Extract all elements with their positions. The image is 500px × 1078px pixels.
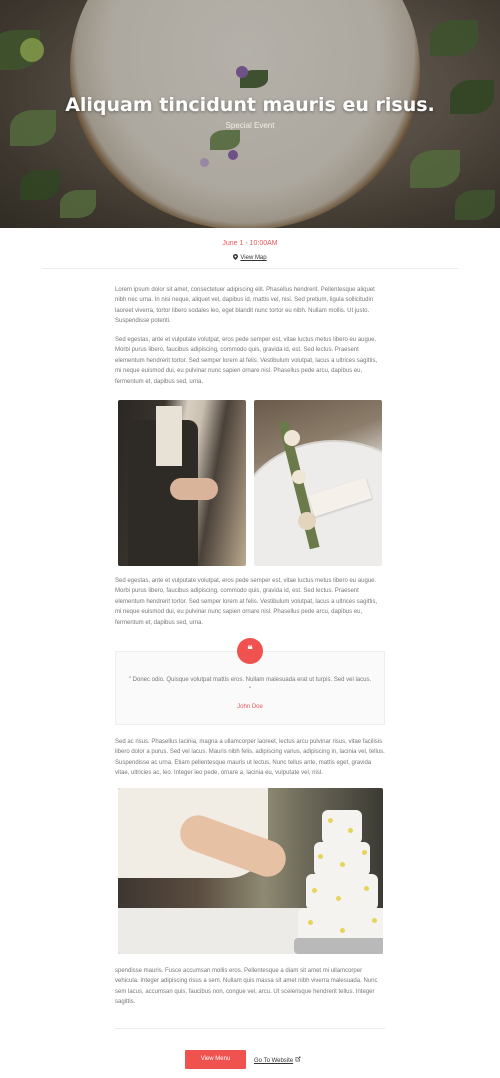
- divider: [42, 268, 458, 269]
- body-paragraph-2: Sed egestas, ante et vulputate volutpat,…: [115, 337, 378, 385]
- cake-cutting-photo: [118, 788, 383, 954]
- external-link-icon: [295, 1056, 301, 1062]
- testimonial-text: " Donec odio. Quisque volutpat mattis er…: [128, 677, 372, 694]
- quote-icon: ❝: [237, 638, 263, 664]
- body-paragraph-5: spendisse mauris. Fusce accumsan mollis …: [115, 968, 378, 1006]
- view-menu-button[interactable]: View Menu: [185, 1050, 246, 1069]
- event-title: Aliquam tincidunt mauris eu risus.: [65, 94, 435, 116]
- divider: [115, 1028, 385, 1029]
- map-pin-icon: [233, 254, 239, 260]
- hero-banner: Aliquam tincidunt mauris eu risus. Speci…: [0, 0, 500, 228]
- body-paragraph-1: Lorem ipsum dolor sit amet, consectetuer…: [115, 287, 375, 325]
- testimonial-author: John Doe: [237, 704, 263, 710]
- body-paragraph-3: Sed egestas, ante et vulputate volutpat,…: [115, 578, 378, 626]
- wedding-ring-photo: [118, 400, 246, 566]
- event-category: Special Event: [225, 121, 275, 130]
- view-map-link[interactable]: View Map: [240, 255, 266, 261]
- body-paragraph-4: Sed ac risus. Phasellus lacinia, magna a…: [115, 739, 385, 777]
- place-card-photo: [254, 400, 382, 566]
- event-date: June 1 - 10:00AM: [222, 240, 278, 247]
- view-map-row: View Map: [0, 254, 500, 261]
- go-to-website-label: Go To Website: [254, 1058, 294, 1064]
- go-to-website-link[interactable]: Go To Website: [254, 1056, 301, 1064]
